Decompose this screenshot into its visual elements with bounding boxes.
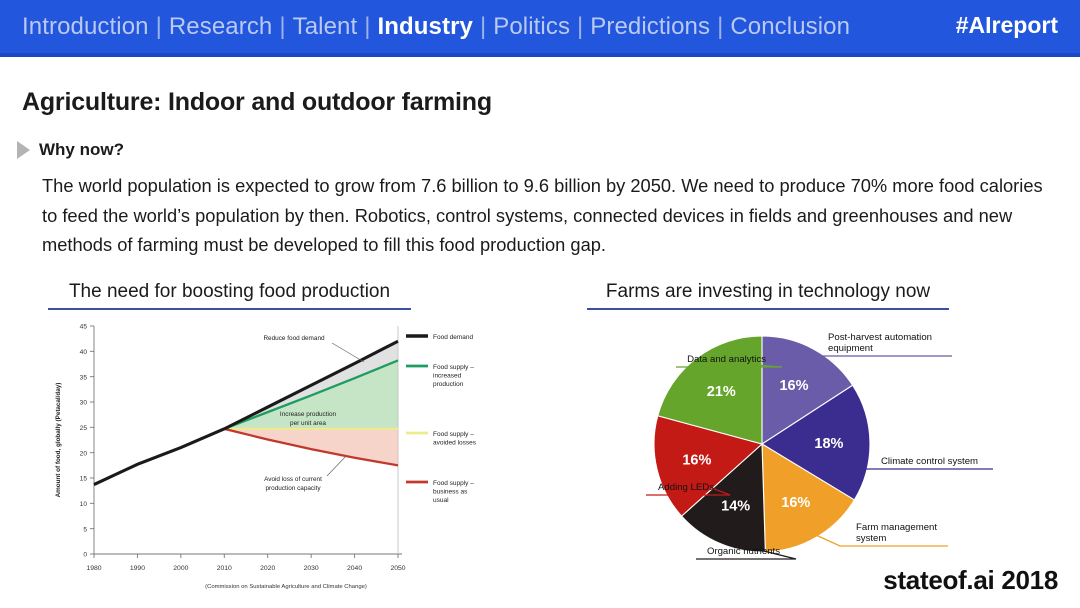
why-now-label: Why now? [39, 140, 124, 159]
pie-slice-value-label: 21% [707, 384, 736, 400]
pie-callout-label: Farm management [856, 522, 937, 533]
food-production-area-chart: 0 5 10 15 20 25 30 35 40 45 1980 1990 2000 2010 2020 20… [46, 316, 486, 596]
annotation-avoid-loss: Avoid loss of current [264, 476, 322, 483]
legend-label: Food supply – [433, 480, 474, 487]
nav-separator: | [279, 12, 286, 40]
x-tick-label: 2000 [173, 565, 188, 572]
legend-label: business as [433, 489, 468, 496]
legend-label: production [433, 381, 464, 388]
pie-callout-label: system [856, 533, 886, 544]
why-now-section-header: Why now? [17, 140, 124, 160]
pie-slice-value-label: 14% [721, 499, 750, 515]
area-chart-svg: 0 5 10 15 20 25 30 35 40 45 1980 1990 2000 2010 2020 20… [46, 316, 486, 596]
x-tick-label: 2010 [217, 565, 232, 572]
pie-slice-value-label: 18% [814, 436, 843, 452]
y-tick-label: 40 [80, 349, 88, 356]
pie-callout-label: Data and analytics [687, 354, 766, 365]
legend-label: usual [433, 497, 449, 504]
footer-brand: stateof.ai 2018 [883, 565, 1058, 595]
y-tick-label: 5 [83, 526, 87, 533]
y-tick-label: 35 [80, 374, 88, 381]
nav-separator: | [364, 12, 371, 40]
y-tick-label: 10 [80, 501, 88, 508]
pie-callout-label: equipment [828, 343, 873, 354]
nav-separator: | [717, 12, 724, 40]
nav-item-introduction[interactable]: Introduction [22, 14, 149, 39]
x-tick-label: 2050 [390, 565, 405, 572]
nav-separator: | [479, 12, 487, 40]
chart-source-caption: (Commission on Sustainable Agriculture a… [205, 584, 367, 590]
y-tick-label: 45 [80, 324, 88, 331]
nav-separator: | [155, 12, 162, 40]
nav-separator: | [577, 12, 584, 40]
x-tick-label: 2040 [347, 565, 362, 572]
annotation-avoid-loss: production capacity [265, 485, 321, 492]
nav-item-talent[interactable]: Talent [293, 14, 358, 39]
pie-callout-label: Climate control system [881, 456, 978, 467]
legend-label: Food demand [433, 334, 473, 341]
legend-label: Food supply – [433, 364, 474, 371]
legend-label: increased [433, 373, 462, 380]
pie-callout-label: Organic nutrients [707, 546, 780, 557]
legend-label: Food supply – [433, 431, 474, 438]
pie-slice-value-label: 16% [781, 495, 810, 511]
annotation-reduce-food-demand: Reduce food demand [263, 335, 325, 342]
nav-item-industry[interactable]: Industry [378, 14, 473, 39]
x-tick-label: 2030 [304, 565, 319, 572]
pie-callout-label: Adding LEDs [658, 482, 714, 493]
y-tick-label: 15 [80, 476, 88, 483]
body-paragraph: The world population is expected to grow… [42, 175, 1043, 256]
right-panel-heading: Farms are investing in technology now [587, 281, 949, 310]
page-title: Agriculture: Indoor and outdoor farming [22, 88, 492, 116]
nav-item-predictions[interactable]: Predictions [590, 14, 710, 39]
triangle-bullet-icon [17, 141, 30, 159]
x-tick-label: 1990 [130, 565, 145, 572]
nav-item-politics[interactable]: Politics [493, 14, 570, 39]
y-tick-label: 0 [83, 552, 87, 559]
top-navigation-bar: Introduction | Research | Talent | Industry | Po… [0, 0, 1080, 57]
annotation-increase-production: per unit area [290, 420, 326, 427]
nav-item-conclusion[interactable]: Conclusion [730, 14, 850, 39]
annotation-increase-production: Increase production [280, 411, 337, 418]
pie-slice-value-label: 16% [779, 378, 808, 394]
y-tick-label: 20 [80, 450, 88, 457]
y-axis-title: Amount of food, globally (Petacal/day) [55, 383, 62, 498]
nav-item-list: Introduction | Research | Talent | Industry | Po… [22, 12, 850, 40]
pie-slice-value-label: 16% [682, 452, 711, 468]
x-tick-label: 1980 [86, 565, 101, 572]
farm-technology-pie-chart: 16% 18% 16% 14% 16% 21% Post-harvest automatio… [566, 318, 1078, 580]
y-tick-label: 25 [80, 425, 88, 432]
report-hashtag: #AIreport [955, 12, 1058, 38]
legend-label: avoided losses [433, 440, 477, 447]
nav-item-research[interactable]: Research [169, 14, 273, 39]
x-tick-label: 2020 [260, 565, 275, 572]
pie-callout-label: Post-harvest automation [828, 332, 932, 343]
y-tick-label: 30 [80, 400, 88, 407]
pie-chart-svg: 16% 18% 16% 14% 16% 21% Post-harvest automatio… [566, 318, 1078, 580]
left-panel-heading: The need for boosting food production [48, 281, 411, 310]
